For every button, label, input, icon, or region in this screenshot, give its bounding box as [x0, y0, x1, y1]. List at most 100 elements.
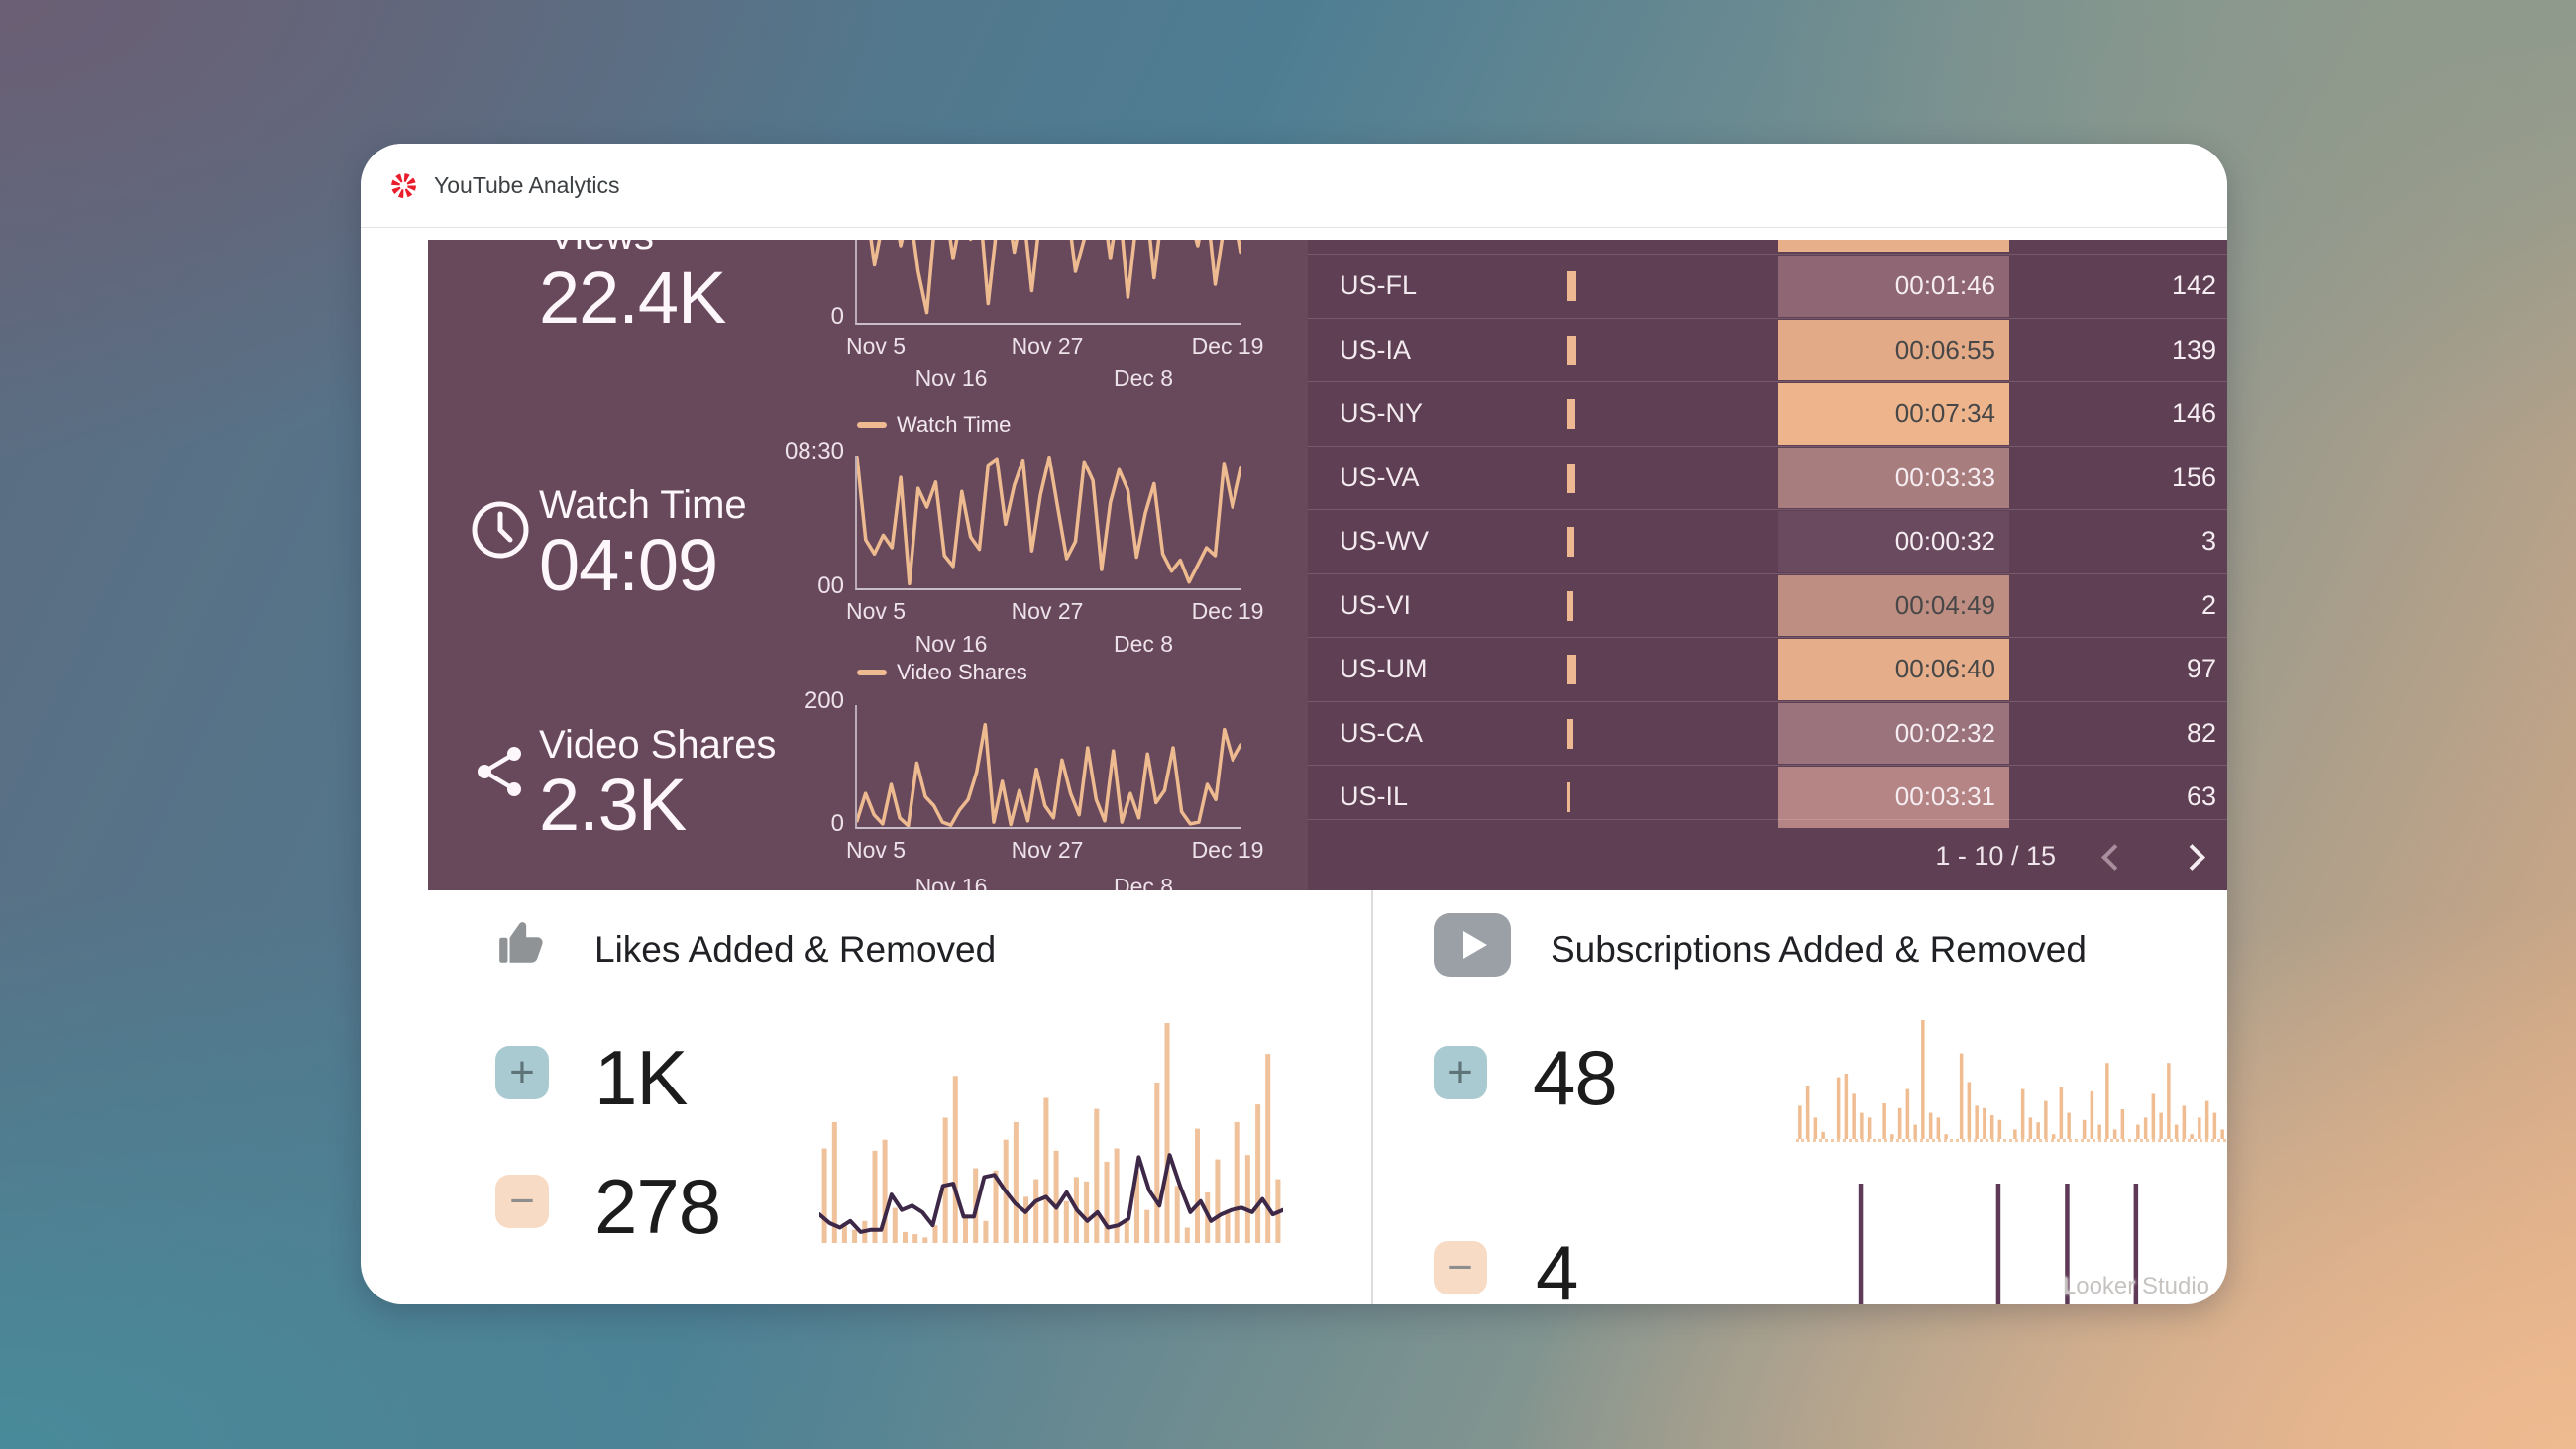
regions-table: US-FL 00:01:46 142 US-IA 00:06:55 139 US-NY 00:…	[1308, 240, 2227, 890]
count-cell: 156	[2172, 447, 2216, 510]
row-bar	[1567, 655, 1576, 684]
table-pagination: 1 - 10 / 15	[1308, 819, 2227, 890]
legend-swatch	[857, 670, 887, 675]
minus-icon: −	[509, 1180, 535, 1223]
x-tick: Dec 19	[1192, 598, 1264, 625]
likes-removed-value: 278	[594, 1162, 720, 1252]
row-bar	[1567, 336, 1576, 365]
table-row: US-UM 00:06:40 97	[1308, 637, 2227, 701]
next-page-button[interactable]	[2179, 844, 2205, 871]
x-tick: Nov 16	[915, 874, 988, 890]
x-tick: Dec 8	[1114, 631, 1173, 658]
x-tick: Dec 19	[1192, 333, 1264, 360]
watch-time-sparkline	[855, 456, 1241, 590]
subscriptions-added-chart	[1796, 1020, 2226, 1142]
table-row: US-IA 00:06:55 139	[1308, 318, 2227, 382]
count-cell: 82	[2187, 702, 2216, 766]
table-row: US-NY00:07:34146	[1308, 381, 2227, 446]
report-window: YouTube Analytics Views 22.4K Watch Time…	[361, 144, 2227, 1304]
x-tick: Nov 16	[915, 365, 988, 392]
video-shares-value: 2.3K	[539, 763, 686, 847]
table-row: US-CA 00:02:32 82	[1308, 701, 2227, 766]
desktop-background: YouTube Analytics Views 22.4K Watch Time…	[0, 0, 2576, 1449]
row-bar	[1567, 782, 1570, 812]
likes-added-value: 1K	[594, 1033, 687, 1123]
video-shares-sparkline	[855, 705, 1241, 829]
x-tick: Dec 8	[1114, 874, 1173, 890]
row-bar	[1567, 591, 1573, 621]
minus-icon: −	[1448, 1246, 1473, 1290]
views-axis-min: 0	[775, 303, 844, 331]
watch-time-label: Watch Time	[539, 483, 747, 528]
prev-page-button[interactable]	[2101, 844, 2128, 871]
x-tick: Nov 16	[915, 631, 988, 658]
subs-removed-badge: −	[1434, 1241, 1487, 1294]
likes-removed-badge: −	[495, 1175, 549, 1228]
row-bar	[1567, 271, 1576, 301]
play-icon	[1434, 913, 1511, 977]
region-label: US-FL	[1340, 255, 1417, 318]
watch-axis-max: 08:30	[775, 438, 844, 466]
views-metric-value: 22.4K	[539, 256, 725, 340]
report-title: YouTube Analytics	[434, 144, 620, 227]
legend-swatch	[857, 422, 887, 428]
legend-label: Video Shares	[897, 660, 1027, 685]
report-header: YouTube Analytics	[361, 144, 2227, 228]
report-canvas[interactable]: Views 22.4K Watch Time 04:09 Video Share…	[428, 240, 2227, 890]
thumbs-up-icon	[495, 916, 549, 970]
subs-removed-value: 4	[1536, 1228, 1577, 1304]
region-label: US-CA	[1340, 702, 1423, 766]
panel-divider	[1371, 890, 1373, 1304]
video-shares-label: Video Shares	[539, 723, 776, 768]
count-cell: 2	[2201, 574, 2216, 638]
heatmap-cell: 00:03:33	[1778, 448, 2009, 509]
heatmap-cell: 00:04:49	[1778, 575, 2009, 637]
heatmap-cell: 00:00:32	[1778, 511, 2009, 572]
region-label: US-NY	[1340, 382, 1423, 446]
region-label: US-VI	[1340, 574, 1411, 638]
likes-added-badge: +	[495, 1046, 549, 1099]
pagination-range-label: 1 - 10 / 15	[1935, 820, 2056, 890]
subs-added-value: 48	[1533, 1033, 1617, 1123]
x-tick: Dec 8	[1114, 365, 1173, 392]
x-tick: Dec 19	[1192, 837, 1264, 864]
table-row: US-VI 00:04:49 2	[1308, 573, 2227, 638]
heatmap-cell: 00:01:46	[1778, 256, 2009, 317]
subscriptions-panel-title: Subscriptions Added & Removed	[1551, 929, 2087, 971]
heatmap-cell: 00:07:34	[1778, 383, 2009, 445]
row-bar	[1567, 719, 1573, 749]
table-body: US-FL 00:01:46 142 US-IA 00:06:55 139 US-NY 00:…	[1308, 254, 2227, 829]
count-cell: 3	[2201, 510, 2216, 573]
count-cell: 97	[2187, 638, 2216, 701]
share-icon	[472, 743, 529, 800]
x-tick: Nov 27	[1012, 333, 1084, 360]
x-tick: Nov 27	[1012, 837, 1084, 864]
likes-chart	[819, 1023, 1283, 1243]
heatmap-cell-partial	[1778, 240, 2009, 252]
watch-axis-min: 00	[775, 572, 844, 600]
table-row: US-WV00:00:323	[1308, 509, 2227, 573]
clock-icon	[470, 499, 531, 561]
row-bar	[1567, 464, 1575, 493]
report-logo-icon	[390, 172, 417, 199]
plus-icon: +	[509, 1051, 535, 1094]
plus-icon: +	[1448, 1051, 1473, 1094]
region-label: US-IA	[1340, 319, 1411, 382]
region-label: US-VA	[1340, 447, 1420, 510]
row-bar	[1567, 527, 1574, 557]
region-label: US-UM	[1340, 638, 1428, 701]
row-bar	[1567, 399, 1575, 429]
heatmap-cell: 00:06:55	[1778, 320, 2009, 381]
count-cell: 142	[2172, 255, 2216, 318]
looker-studio-watermark: Looker Studio	[2063, 1273, 2209, 1300]
watch-time-value: 04:09	[539, 523, 717, 607]
heatmap-cell: 00:06:40	[1778, 639, 2009, 700]
x-tick: Nov 5	[846, 598, 906, 625]
heatmap-cell: 00:02:32	[1778, 703, 2009, 765]
shares-axis-min: 0	[775, 810, 844, 838]
x-tick: Nov 5	[846, 837, 906, 864]
x-tick: Nov 27	[1012, 598, 1084, 625]
video-shares-legend: Video Shares	[857, 660, 1027, 685]
table-row: US-FL 00:01:46 142	[1308, 254, 2227, 318]
count-cell: 139	[2172, 319, 2216, 382]
